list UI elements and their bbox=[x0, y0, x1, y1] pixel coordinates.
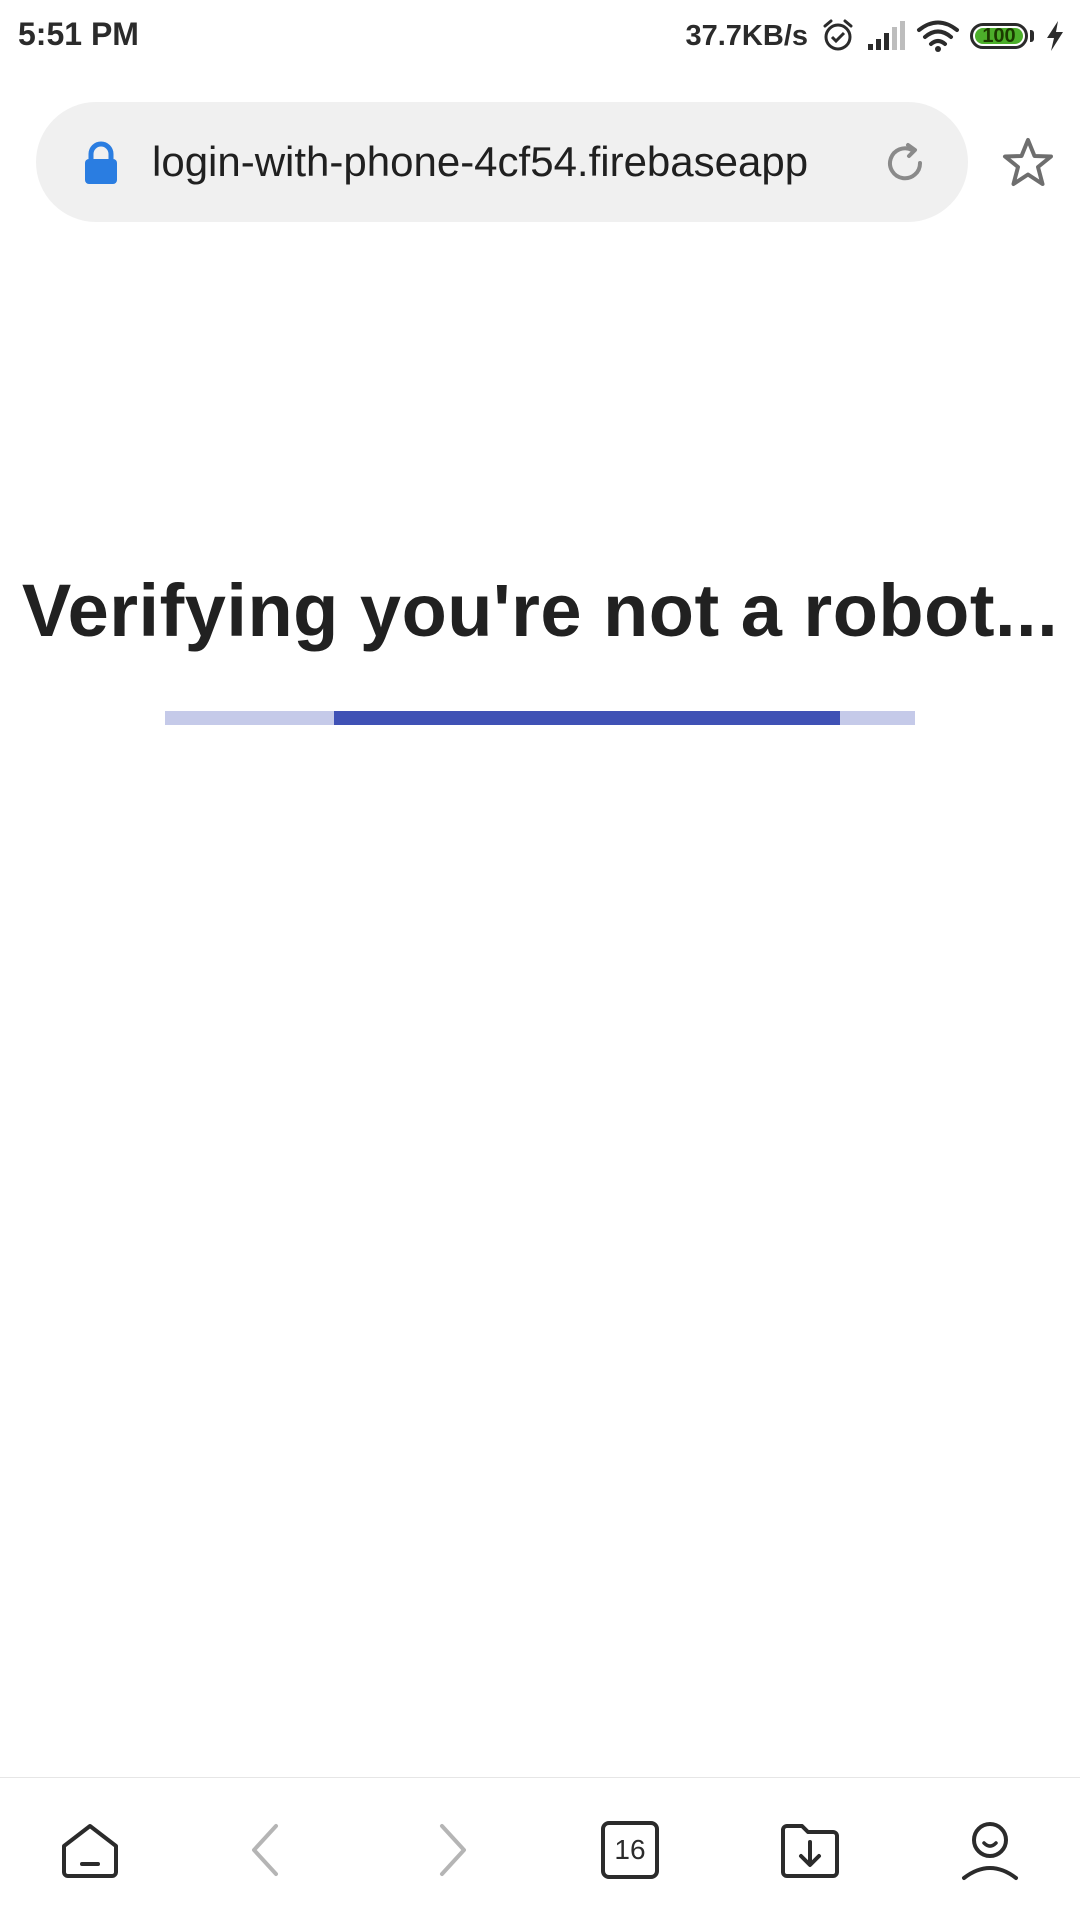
reload-icon[interactable] bbox=[882, 140, 928, 186]
address-bar-row: login-with-phone-4cf54.firebaseapp bbox=[0, 100, 1080, 225]
status-bar: 5:51 PM 37.7KB/s 100 bbox=[0, 0, 1080, 72]
star-icon[interactable] bbox=[998, 134, 1058, 194]
charging-icon bbox=[1047, 21, 1063, 51]
battery-icon: 100 bbox=[970, 23, 1028, 49]
status-time: 5:51 PM bbox=[18, 16, 139, 52]
address-bar[interactable]: login-with-phone-4cf54.firebaseapp bbox=[36, 102, 968, 222]
progress-indicator bbox=[334, 711, 840, 725]
alarm-icon bbox=[823, 19, 853, 51]
tab-count: 16 bbox=[614, 1834, 646, 1865]
bottom-navigation: 16 bbox=[0, 1777, 1080, 1920]
tabs-button[interactable]: 16 bbox=[598, 1818, 662, 1882]
network-speed: 37.7KB/s bbox=[685, 19, 808, 52]
back-icon[interactable] bbox=[236, 1818, 300, 1882]
status-icons: 37.7KB/s 100 bbox=[685, 14, 1066, 58]
page-title: Verifying you're not a robot... bbox=[21, 569, 1059, 652]
wifi-icon bbox=[917, 20, 959, 52]
progress-track bbox=[165, 711, 915, 725]
battery-level: 100 bbox=[982, 24, 1016, 47]
forward-icon[interactable] bbox=[418, 1818, 482, 1882]
battery-tip bbox=[1030, 30, 1034, 42]
profile-icon[interactable] bbox=[958, 1818, 1022, 1882]
signal-icon bbox=[868, 21, 905, 50]
url-text[interactable]: login-with-phone-4cf54.firebaseapp bbox=[152, 138, 852, 186]
lock-icon bbox=[85, 141, 117, 184]
files-icon[interactable] bbox=[778, 1818, 842, 1882]
home-icon[interactable] bbox=[58, 1818, 122, 1882]
